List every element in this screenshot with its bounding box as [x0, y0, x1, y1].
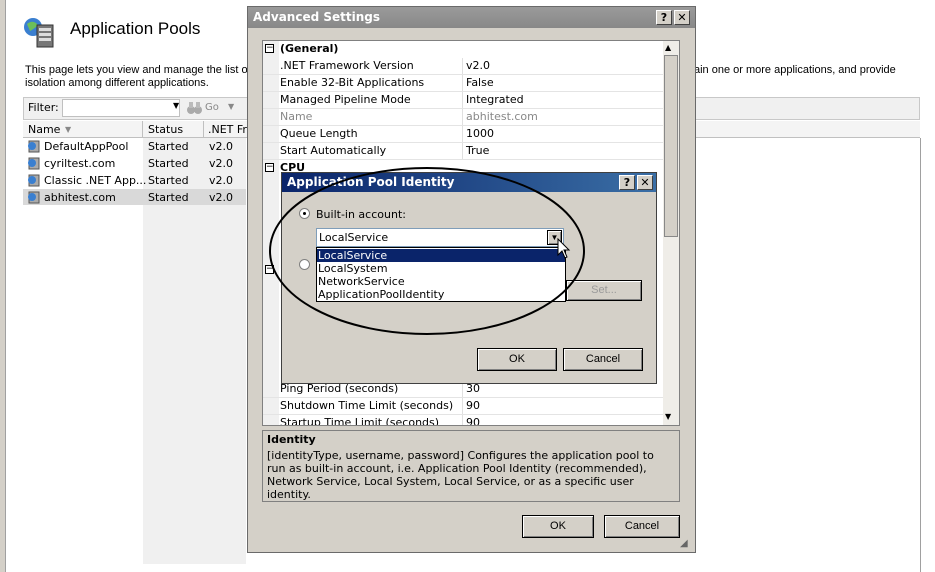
help-button[interactable]: ?	[619, 175, 635, 190]
property-name: Name	[280, 110, 313, 123]
property-value: False	[466, 76, 494, 89]
cancel-button[interactable]: Cancel	[563, 348, 643, 371]
collapse-general-icon[interactable]: −	[265, 44, 274, 53]
property-name: Queue Length	[280, 127, 358, 140]
row-net: v2.0	[209, 140, 234, 153]
resize-grip-icon[interactable]: ◢	[680, 538, 688, 549]
highlight-ellipse	[269, 167, 585, 335]
row-status: Started	[148, 174, 189, 187]
row-net: v2.0	[209, 174, 234, 187]
table-row-selected[interactable]	[27, 191, 41, 207]
mouse-cursor-icon	[557, 238, 571, 259]
table-row[interactable]	[27, 157, 41, 173]
advanced-settings-title: Advanced Settings	[248, 7, 695, 28]
row-name: DefaultAppPool	[44, 140, 129, 153]
property-name: Shutdown Time Limit (seconds)	[280, 399, 454, 412]
application-pools-icon	[24, 18, 54, 48]
window-edge	[0, 0, 6, 572]
page-description-continued: ain one or more applications, and provid…	[694, 64, 896, 76]
scroll-up-icon[interactable]: ▲	[665, 43, 671, 52]
table-row[interactable]	[27, 140, 41, 156]
page-title: Application Pools	[70, 19, 201, 38]
page-description: This page lets you view and manage the l…	[25, 64, 251, 76]
cancel-button[interactable]: Cancel	[604, 515, 680, 538]
description-text: [identityType, username, password] Confi…	[267, 449, 654, 501]
go-dropdown-icon[interactable]: ▼	[228, 102, 234, 111]
row-net: v2.0	[209, 157, 234, 170]
property-value: True	[466, 144, 490, 157]
property-name: Managed Pipeline Mode	[280, 93, 411, 106]
help-button[interactable]: ?	[656, 10, 672, 25]
table-row[interactable]	[27, 174, 41, 190]
filter-input[interactable]	[62, 99, 180, 117]
column-divider	[203, 121, 204, 138]
close-button[interactable]: ✕	[637, 175, 653, 190]
close-button[interactable]: ✕	[674, 10, 690, 25]
property-name: .NET Framework Version	[280, 59, 414, 72]
row-status: Started	[148, 157, 189, 170]
row-name: abhitest.com	[44, 191, 116, 204]
sort-down-icon: ▼	[65, 125, 72, 134]
binoculars-icon	[187, 102, 202, 114]
property-name: Startup Time Limit (seconds)	[280, 416, 440, 425]
app-pool-icon	[28, 157, 40, 170]
property-name: Start Automatically	[280, 144, 387, 157]
filter-dropdown-icon[interactable]: ▼	[173, 101, 179, 110]
app-pool-icon	[28, 140, 40, 153]
column-divider	[142, 121, 143, 138]
description-title: Identity	[267, 433, 316, 446]
property-value: abhitest.com	[466, 110, 538, 123]
property-name: Enable 32-Bit Applications	[280, 76, 425, 89]
go-button[interactable]: Go	[205, 102, 219, 113]
column-status[interactable]: Status	[148, 123, 183, 136]
row-net: v2.0	[209, 191, 234, 204]
property-value: 1000	[466, 127, 494, 140]
property-row-partial[interactable]: Startup Time Limit (seconds) 90	[263, 415, 663, 425]
property-value: 90	[466, 399, 480, 412]
column-name[interactable]: Name	[28, 123, 60, 136]
grid-scrollbar-thumb[interactable]	[664, 55, 678, 237]
scroll-down-icon[interactable]: ▼	[665, 412, 671, 421]
row-status: Started	[148, 140, 189, 153]
page-description-line2: isolation among different applications.	[25, 77, 209, 89]
ok-button[interactable]: OK	[477, 348, 557, 371]
filter-label: Filter:	[28, 101, 59, 114]
category-general: (General)	[280, 42, 339, 55]
row-name: Classic .NET App...	[44, 174, 147, 187]
app-pool-icon	[28, 174, 40, 187]
app-pool-icon	[28, 191, 40, 204]
property-row[interactable]	[263, 109, 663, 126]
property-value: 90	[466, 416, 480, 425]
property-value: Integrated	[466, 93, 524, 106]
ok-button[interactable]: OK	[522, 515, 594, 538]
row-name: cyriltest.com	[44, 157, 116, 170]
content-border	[920, 138, 921, 572]
property-value: v2.0	[466, 59, 491, 72]
row-status: Started	[148, 191, 189, 204]
